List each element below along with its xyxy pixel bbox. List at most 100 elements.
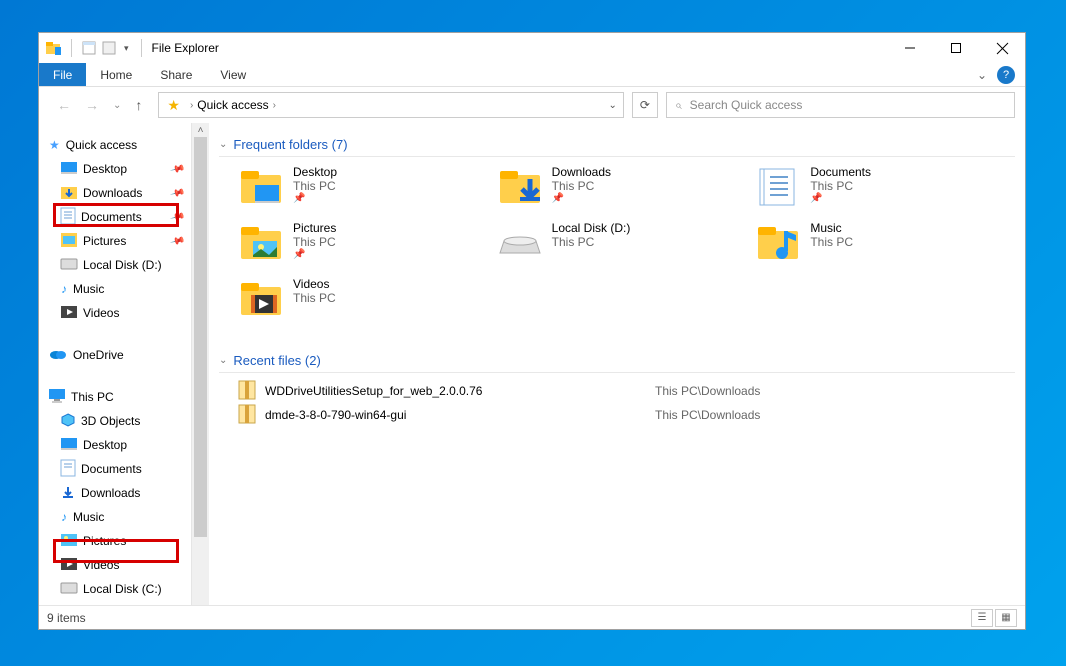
archive-icon <box>239 381 255 402</box>
downloads-icon <box>498 165 542 209</box>
window-title: File Explorer <box>152 41 219 55</box>
drive-icon <box>498 221 542 265</box>
file-name: dmde-3-8-0-790-win64-gui <box>265 408 645 422</box>
folder-tile-documents[interactable]: DocumentsThis PC📌 <box>756 165 995 217</box>
ribbon: File Home Share View ⌄ ? <box>39 63 1025 87</box>
folder-tile-drive[interactable]: Local Disk (D:)This PC <box>498 221 737 273</box>
content-pane: ⌄ Frequent folders (7) DesktopThis PC📌 Do… <box>209 123 1025 605</box>
folder-tile-desktop[interactable]: DesktopThis PC📌 <box>239 165 478 217</box>
tree-music[interactable]: ♪ Music <box>39 277 191 301</box>
folder-name: Downloads <box>552 165 611 179</box>
pictures-icon <box>239 221 283 265</box>
pin-icon: 📌 <box>169 209 185 225</box>
tab-view[interactable]: View <box>206 63 260 86</box>
chevron-down-icon: ⌄ <box>219 139 227 150</box>
tree-videos[interactable]: Videos <box>39 301 191 325</box>
scroll-thumb[interactable] <box>194 137 207 537</box>
tree-label: Quick access <box>66 138 137 152</box>
folder-sub: This PC <box>293 179 337 193</box>
section-frequent-folders[interactable]: ⌄ Frequent folders (7) <box>219 133 1015 157</box>
tree-local-disk-d[interactable]: Local Disk (D:) <box>39 253 191 277</box>
pc-icon <box>49 389 65 406</box>
tree-label: Downloads <box>83 186 142 200</box>
tree-label: 3D Objects <box>81 414 140 428</box>
refresh-button[interactable]: ⟳ <box>632 92 658 118</box>
help-button[interactable]: ? <box>997 66 1015 84</box>
qat-newfolder-icon[interactable] <box>100 39 118 57</box>
folder-sub: This PC <box>552 235 631 249</box>
desktop-icon <box>61 438 77 453</box>
tree-local-disk-c[interactable]: Local Disk (C:) <box>39 577 191 601</box>
onedrive-icon <box>49 348 67 363</box>
desktop-icon <box>239 165 283 209</box>
tree-label: Documents <box>81 210 142 224</box>
tree-label: Desktop <box>83 162 127 176</box>
titlebar: ▾ File Explorer <box>39 33 1025 63</box>
tree-documents[interactable]: Documents 📌 <box>39 205 191 229</box>
tree-pc-videos[interactable]: Videos <box>39 553 191 577</box>
section-recent-files[interactable]: ⌄ Recent files (2) <box>219 349 1015 373</box>
tab-file[interactable]: File <box>39 63 86 86</box>
pin-icon: 📌 <box>169 161 185 177</box>
tree-desktop[interactable]: Desktop 📌 <box>39 157 191 181</box>
separator <box>71 39 72 57</box>
chevron-right-icon: › <box>190 100 193 111</box>
tree-label: Videos <box>83 306 119 320</box>
folder-sub: This PC <box>810 235 853 249</box>
view-details-button[interactable]: ☰ <box>971 609 993 627</box>
qat-properties-icon[interactable] <box>80 39 98 57</box>
folder-name: Desktop <box>293 165 337 179</box>
crumb-location[interactable]: Quick access <box>197 98 268 112</box>
section-title: Recent files (2) <box>233 353 320 368</box>
folder-tile-videos[interactable]: VideosThis PC <box>239 277 478 329</box>
tree-pc-desktop[interactable]: Desktop <box>39 433 191 457</box>
tree-scrollbar[interactable]: ˄ <box>191 123 209 605</box>
tree-downloads[interactable]: Downloads 📌 <box>39 181 191 205</box>
tree-label: This PC <box>71 390 114 404</box>
file-row[interactable]: dmde-3-8-0-790-win64-guiThis PC\Download… <box>239 403 995 427</box>
tree-pictures[interactable]: Pictures 📌 <box>39 229 191 253</box>
folder-name: Videos <box>293 277 336 291</box>
tree-onedrive[interactable]: OneDrive <box>39 343 191 367</box>
nav-up-icon[interactable]: ↑ <box>135 97 142 113</box>
tree-label: Pictures <box>83 534 126 548</box>
maximize-button[interactable] <box>933 33 979 63</box>
ribbon-collapse-icon[interactable]: ⌄ <box>967 63 997 86</box>
tree-label: Documents <box>81 462 142 476</box>
tree-label: OneDrive <box>73 348 124 362</box>
tree-quick-access[interactable]: ★ Quick access <box>39 133 191 157</box>
address-bar[interactable]: ★ › Quick access › ⌄ <box>158 92 624 118</box>
tree-label: Videos <box>83 558 119 572</box>
view-icons-button[interactable]: ▦ <box>995 609 1017 627</box>
tree-pc-downloads[interactable]: Downloads <box>39 481 191 505</box>
documents-icon <box>61 460 75 479</box>
nav-recent-icon[interactable]: ⌄ <box>113 100 121 111</box>
nav-forward-icon[interactable]: → <box>85 97 99 113</box>
tree-3d-objects[interactable]: 3D Objects <box>39 409 191 433</box>
tree-pc-documents[interactable]: Documents <box>39 457 191 481</box>
tab-share[interactable]: Share <box>146 63 206 86</box>
tree-this-pc[interactable]: This PC <box>39 385 191 409</box>
navigation-tree: ★ Quick access Desktop 📌 Downloads 📌 Doc… <box>39 123 191 605</box>
qat-dropdown-icon[interactable]: ▾ <box>120 43 133 54</box>
scroll-up-icon[interactable]: ˄ <box>192 125 209 136</box>
folder-sub: This PC <box>293 291 336 305</box>
explorer-icon <box>45 39 63 57</box>
tree-label: Desktop <box>83 438 127 452</box>
music-icon <box>756 221 800 265</box>
tab-home[interactable]: Home <box>86 63 146 86</box>
drive-icon <box>61 258 77 272</box>
minimize-button[interactable] <box>887 33 933 63</box>
folder-tile-pictures[interactable]: PicturesThis PC📌 <box>239 221 478 273</box>
file-name: WDDriveUtilitiesSetup_for_web_2.0.0.76 <box>265 384 645 398</box>
file-row[interactable]: WDDriveUtilitiesSetup_for_web_2.0.0.76Th… <box>239 379 995 403</box>
folder-tile-downloads[interactable]: DownloadsThis PC📌 <box>498 165 737 217</box>
tree-pc-music[interactable]: ♪ Music <box>39 505 191 529</box>
close-button[interactable] <box>979 33 1025 63</box>
address-dropdown-icon[interactable]: ⌄ <box>609 100 617 111</box>
tree-pc-pictures[interactable]: Pictures <box>39 529 191 553</box>
nav-back-icon[interactable]: ← <box>57 97 71 113</box>
search-box[interactable]: ⌕ Search Quick access <box>666 92 1015 118</box>
tree-label: Local Disk (D:) <box>83 258 162 272</box>
folder-tile-music[interactable]: MusicThis PC <box>756 221 995 273</box>
